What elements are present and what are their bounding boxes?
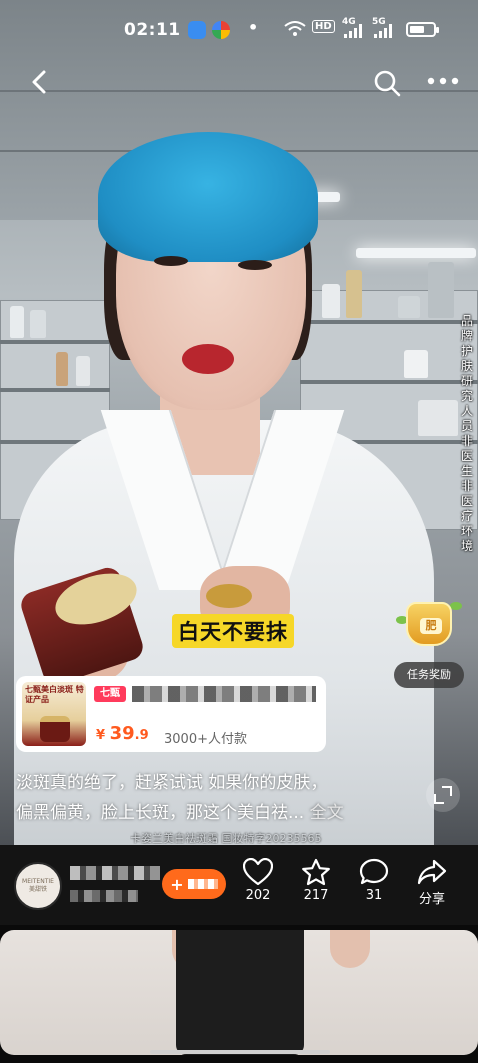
chevron-left-icon: [32, 70, 46, 94]
signal-icon: [344, 24, 362, 38]
star-icon: [302, 858, 330, 886]
product-thumbnail: 七甄美白淡斑 特证产品: [22, 682, 86, 746]
lips: [182, 344, 234, 374]
fertilizer-pot-icon: 肥: [406, 602, 452, 646]
leaf-icon: [450, 602, 462, 610]
app-notification-icon: [188, 21, 206, 39]
bottle: [398, 296, 420, 318]
preview-figure: [176, 930, 304, 1055]
bottle: [56, 352, 68, 386]
like-count: 202: [245, 888, 271, 903]
comment-count: 31: [365, 888, 383, 903]
favorite-count: 217: [303, 888, 329, 903]
battery-level: [410, 26, 424, 33]
product-card[interactable]: 七甄美白淡斑 特证产品 七甄 ¥ 39.9 3000+人付款: [16, 676, 326, 752]
author-avatar[interactable]: MEITENTIE 美甜铁: [14, 862, 62, 910]
share-button[interactable]: 分享: [406, 858, 458, 907]
heart-icon: [243, 858, 273, 886]
avatar-text: MEITENTIE: [22, 878, 54, 885]
task-reward-widget[interactable]: 肥 任务奖励: [394, 600, 464, 692]
task-reward-label: 任务奖励: [394, 662, 464, 688]
bottle: [30, 310, 46, 338]
eye: [154, 256, 188, 266]
ceiling-light: [356, 248, 476, 258]
thumbnail-text: 七甄美白淡斑 特证产品: [25, 685, 84, 704]
more-button[interactable]: [426, 66, 460, 96]
bottle: [346, 270, 362, 318]
ceiling-beam: [0, 90, 478, 92]
more-horizontal-icon: [427, 77, 459, 85]
store-badge: 七甄: [94, 686, 126, 702]
shelf-row: [0, 340, 110, 344]
fullscreen-button[interactable]: [426, 778, 460, 812]
vertical-disclaimer: 品牌护肤研究人员非医生非医疗环境: [460, 314, 473, 553]
hair-cap: [98, 132, 318, 262]
price-decimal: .9: [134, 728, 149, 743]
share-icon: [417, 859, 447, 885]
comment-button[interactable]: 31: [348, 858, 400, 903]
bottle: [418, 400, 458, 436]
favorite-button[interactable]: 217: [290, 858, 342, 903]
plus-icon: +: [170, 874, 184, 894]
price-integer: 39: [109, 723, 135, 744]
author-subtitle-blurred: [70, 890, 138, 902]
bottle: [10, 306, 24, 338]
caption-sticker: 白天不要抹: [172, 614, 294, 648]
back-button[interactable]: [24, 66, 56, 98]
follow-button[interactable]: +: [162, 869, 226, 899]
hd-icon: HD: [312, 20, 335, 33]
product-price: ¥ 39.9: [96, 723, 149, 744]
video-description[interactable]: 淡斑真的绝了，赶紧试试 如果你的皮肤， 偏黑偏黄，脸上长斑，那这个美白祛... …: [16, 768, 436, 828]
follow-label-blurred: [187, 879, 218, 889]
author-name-blurred[interactable]: [70, 866, 160, 880]
currency-symbol: ¥: [96, 728, 106, 743]
avatar-text: 美甜铁: [28, 886, 47, 893]
subtitle-strip: 卡姿兰美白祛斑霜 国妆特字20235565: [130, 832, 322, 844]
search-button[interactable]: [372, 68, 402, 98]
description-line-2: 偏黑偏黄，脸上长斑，那这个美白祛... 全文: [16, 798, 436, 828]
signal-icon: [374, 24, 392, 38]
search-icon: [374, 70, 401, 97]
eye: [238, 260, 272, 270]
thumbnail-jar: [40, 716, 70, 742]
status-time: 02:11: [124, 20, 181, 40]
bottle: [322, 284, 340, 318]
app-notification-icon: [212, 21, 230, 39]
shelf-row: [0, 388, 110, 392]
expand-text-link[interactable]: 全文: [310, 803, 344, 823]
share-label: 分享: [418, 892, 445, 907]
product-title-blurred: [132, 686, 316, 702]
sold-count: 3000+人付款: [164, 732, 247, 747]
battery-icon: [406, 22, 439, 37]
like-button[interactable]: 202: [232, 858, 284, 903]
jar-lid-held: [206, 584, 252, 608]
description-line: 淡斑真的绝了，赶紧试试 如果你的皮肤，: [16, 773, 328, 793]
preview-arm: [330, 930, 370, 968]
next-video-preview[interactable]: [0, 930, 478, 1055]
dot-icon: •: [248, 18, 259, 37]
status-bar: 02:11 • HD 4G 5G: [0, 0, 478, 58]
shelf-row: [300, 320, 478, 324]
comment-icon: [359, 858, 389, 885]
bottle: [76, 356, 90, 386]
bottle: [428, 262, 454, 318]
pot-label: 肥: [420, 618, 442, 634]
home-indicator[interactable]: [150, 1050, 330, 1054]
bottle: [404, 350, 428, 378]
wifi-icon: [284, 21, 306, 36]
description-line: 偏黑偏黄，脸上长斑，那这个美白祛...: [16, 803, 305, 823]
shelf-row: [300, 380, 478, 384]
